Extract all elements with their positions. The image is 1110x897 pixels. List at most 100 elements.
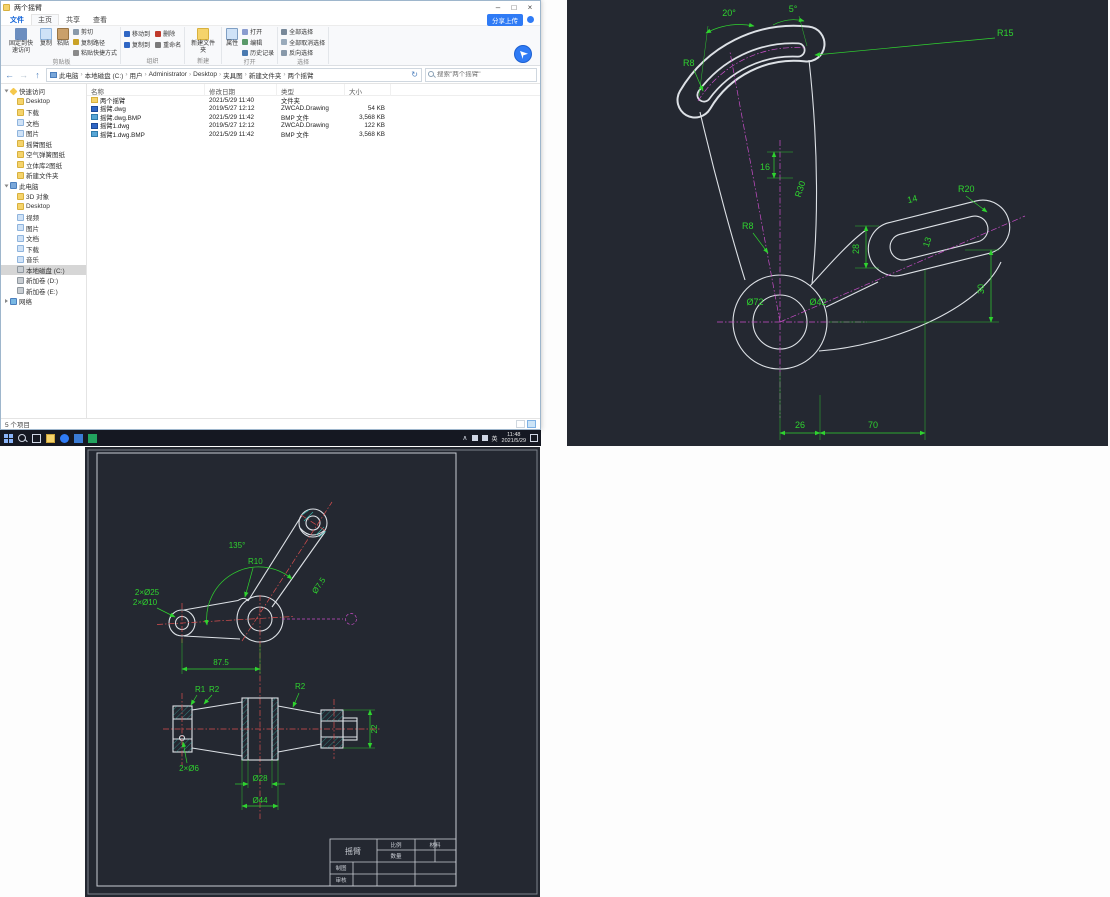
refresh-icon[interactable]: ↻: [411, 70, 418, 79]
sidebar-item-pc-pictures[interactable]: 图片: [1, 223, 86, 234]
delete-button[interactable]: 删除: [155, 29, 181, 38]
dim-label: 28: [851, 244, 861, 254]
list-view-button[interactable]: [516, 420, 525, 428]
sidebar-item-volume-d[interactable]: 新加卷 (D:): [1, 275, 86, 286]
task-view-icon[interactable]: [32, 433, 41, 443]
column-type[interactable]: 类型: [277, 84, 345, 96]
tab-file[interactable]: 文件: [4, 15, 30, 25]
select-all-button[interactable]: 全部选择: [281, 27, 325, 36]
select-none-button[interactable]: 全部取消选择: [281, 38, 325, 47]
new-folder-button[interactable]: 新建文件夹: [188, 27, 218, 55]
notification-center-icon[interactable]: [530, 434, 538, 442]
file-row[interactable]: 两个摇臂 2021/5/29 11:40 文件夹: [87, 96, 540, 105]
pin-quick-access-button[interactable]: 固定到快速访问: [6, 27, 36, 55]
taskbar-clock[interactable]: 11:48 2021/5/29: [502, 432, 526, 444]
column-name[interactable]: 名称: [87, 84, 205, 96]
share-upload-button[interactable]: 分享上传: [487, 13, 523, 26]
up-button[interactable]: ↑: [32, 69, 43, 81]
crumb-new-folder[interactable]: 新建文件夹: [249, 70, 282, 80]
sidebar-item-3d-objects[interactable]: 3D 对象: [1, 191, 86, 202]
sidebar-item-pc-desktop[interactable]: Desktop: [1, 202, 86, 213]
tab-share[interactable]: 共享: [60, 15, 86, 25]
crumb-administrator[interactable]: Administrator: [149, 71, 187, 78]
copy-path-button[interactable]: 复制路径: [73, 38, 117, 47]
sidebar-item-spring-drawings[interactable]: 空气弹簧图纸: [1, 149, 86, 160]
sidebar-item-volume-e[interactable]: 新加卷 (E:): [1, 286, 86, 297]
sidebar-item-documents[interactable]: 文档: [1, 118, 86, 129]
sidebar-item-rocker-drawings[interactable]: 摇臂图纸: [1, 139, 86, 150]
properties-button[interactable]: 属性: [225, 27, 239, 49]
sidebar-item-videos[interactable]: 视频: [1, 212, 86, 223]
crumb-current-folder[interactable]: 两个摇臂: [288, 70, 314, 80]
crumb-fixture-drawings[interactable]: 夹具图: [223, 70, 243, 80]
titlebar[interactable]: 两个摇臂 – □ ×: [1, 1, 540, 14]
documents-icon: [17, 119, 24, 127]
back-button[interactable]: ←: [4, 69, 15, 81]
sidebar-network[interactable]: 网络: [1, 296, 86, 307]
dim-label: 87.5: [213, 658, 229, 667]
taskbar-search-icon[interactable]: [18, 433, 27, 443]
cut-button[interactable]: 剪切: [73, 27, 117, 36]
minimize-button[interactable]: –: [490, 2, 506, 13]
sidebar-item-local-disk-c[interactable]: 本地磁盘 (C:): [1, 264, 86, 275]
navigation-pane: 快速访问 Desktop 下载 文档 图片 摇臂图纸 空气弹簧图纸 立体库2图纸…: [1, 84, 87, 418]
forward-button[interactable]: →: [18, 69, 29, 81]
file-explorer-window: 两个摇臂 – □ × 文件 主页 共享 查看 分享上传 固定到快速访问 复制 粘…: [0, 0, 541, 430]
crumb-drive-c[interactable]: 本地磁盘 (C:): [85, 70, 124, 80]
crumb-desktop[interactable]: Desktop: [193, 71, 217, 78]
breadcrumb[interactable]: 此电脑 › 本地磁盘 (C:) › 用户 › Administrator › Deskt…: [46, 67, 422, 82]
copy-to-button[interactable]: 复制到: [124, 40, 150, 49]
invert-selection-button[interactable]: 反向选择: [281, 48, 325, 57]
file-row[interactable]: 摇臂.dwg.BMP 2021/5/29 11:42 BMP 文件 3,568 …: [87, 113, 540, 122]
crumb-this-pc[interactable]: 此电脑: [59, 70, 79, 80]
file-date: 2019/5/27 12:12: [209, 105, 255, 113]
sidebar-item-pictures[interactable]: 图片: [1, 128, 86, 139]
column-size[interactable]: 大小: [345, 84, 391, 96]
column-date[interactable]: 修改日期: [205, 84, 277, 96]
sidebar-item-warehouse-drawings[interactable]: 立体库2图纸: [1, 160, 86, 171]
paste-button[interactable]: 粘贴: [56, 27, 70, 49]
crumb-users[interactable]: 用户: [129, 70, 142, 80]
videos-icon: [17, 213, 24, 221]
start-button[interactable]: [4, 433, 13, 443]
folder-icon: [17, 171, 24, 179]
tray-expand-icon[interactable]: ∧: [462, 434, 467, 442]
sidebar-item-music[interactable]: 音乐: [1, 254, 86, 265]
help-icon[interactable]: [527, 16, 534, 23]
file-row[interactable]: 摇臂1.dwg 2019/5/27 12:12 ZWCAD.Drawing 12…: [87, 122, 540, 130]
file-row[interactable]: 摇臂.dwg 2019/5/27 12:12 ZWCAD.Drawing 54 …: [87, 105, 540, 113]
taskbar-app-icon[interactable]: [74, 433, 83, 443]
sidebar-item-new-folder[interactable]: 新建文件夹: [1, 170, 86, 181]
this-pc-icon: [50, 71, 57, 78]
netdisk-shield-icon[interactable]: [514, 45, 532, 63]
taskbar-browser-icon[interactable]: [60, 433, 69, 443]
search-input[interactable]: [437, 71, 534, 78]
network-icon[interactable]: [481, 435, 488, 441]
sidebar-item-downloads[interactable]: 下载: [1, 107, 86, 118]
move-to-button[interactable]: 移动到: [124, 29, 150, 38]
edit-button[interactable]: 编辑: [242, 38, 274, 47]
taskbar-cad-icon[interactable]: [88, 433, 97, 443]
file-row[interactable]: 摇臂1.dwg.BMP 2021/5/29 11:42 BMP 文件 3,568…: [87, 130, 540, 139]
maximize-button[interactable]: □: [506, 2, 522, 13]
thumbnail-view-button[interactable]: [527, 420, 536, 428]
sidebar-item-pc-downloads[interactable]: 下载: [1, 244, 86, 255]
open-button[interactable]: 打开: [242, 27, 274, 36]
sidebar-this-pc[interactable]: 此电脑: [1, 181, 86, 192]
tab-view[interactable]: 查看: [87, 15, 113, 25]
titleblock-label: 制图: [335, 864, 347, 872]
input-language-indicator[interactable]: 英: [492, 434, 498, 443]
sidebar-item-pc-documents[interactable]: 文档: [1, 233, 86, 244]
sidebar-quick-access[interactable]: 快速访问: [1, 86, 86, 97]
history-button[interactable]: 历史记录: [242, 48, 274, 57]
volume-icon[interactable]: [471, 435, 478, 441]
search-box[interactable]: [425, 67, 537, 82]
close-button[interactable]: ×: [522, 2, 538, 13]
rename-button[interactable]: 重命名: [155, 40, 181, 49]
file-date: 2021/5/29 11:40: [209, 96, 255, 104]
taskbar-explorer-icon[interactable]: [46, 433, 55, 443]
sidebar-item-desktop[interactable]: Desktop: [1, 97, 86, 108]
tab-home[interactable]: 主页: [31, 14, 59, 25]
paste-shortcut-button[interactable]: 粘贴快捷方式: [73, 48, 117, 57]
copy-button[interactable]: 复制: [39, 27, 53, 49]
